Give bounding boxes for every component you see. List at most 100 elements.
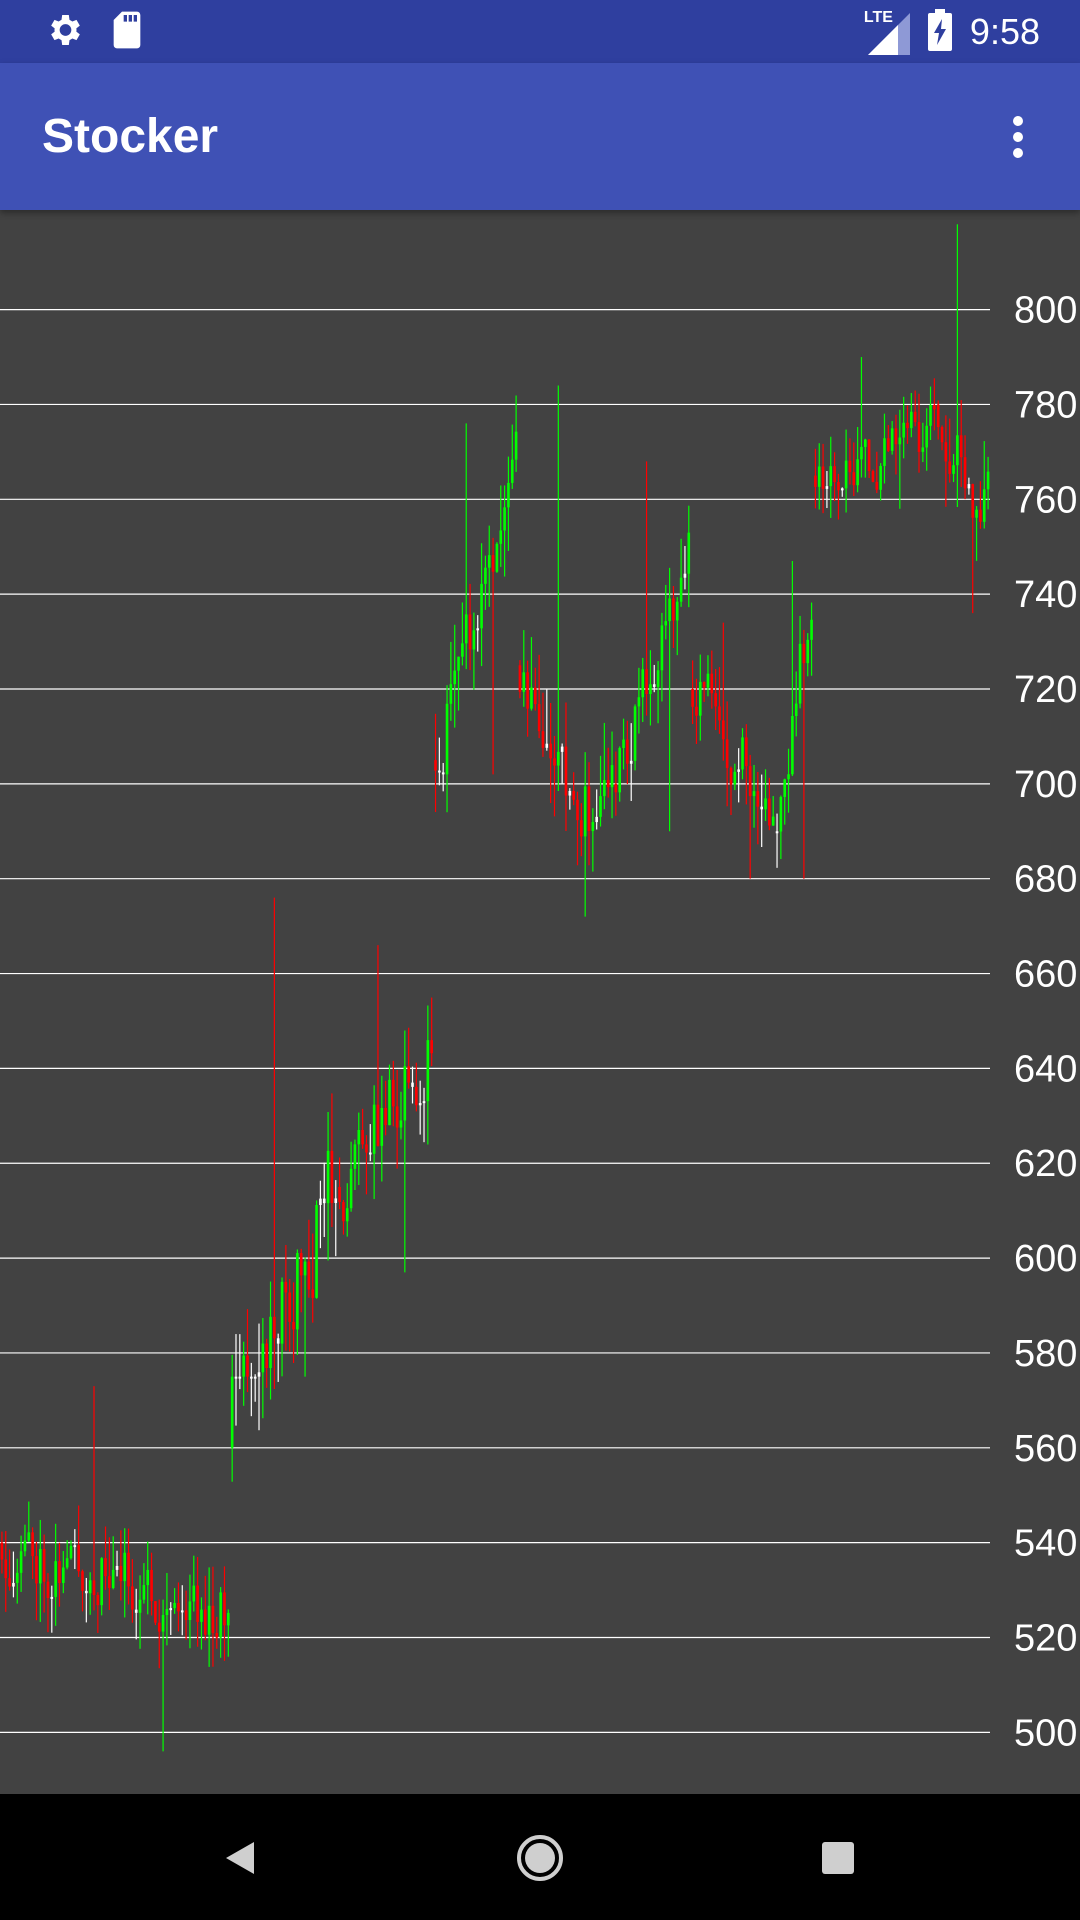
candle-body bbox=[211, 1605, 215, 1633]
candle-body bbox=[372, 1104, 376, 1154]
candle-body bbox=[123, 1552, 127, 1582]
candle-body bbox=[587, 786, 591, 832]
y-tick-label: 800 bbox=[1014, 290, 1077, 332]
candle-body bbox=[572, 790, 575, 800]
candle-body bbox=[35, 1556, 38, 1584]
candle-body bbox=[507, 482, 510, 508]
candle-body bbox=[303, 1261, 307, 1276]
app-bar: Stocker bbox=[0, 63, 1080, 210]
home-icon[interactable] bbox=[500, 1818, 580, 1898]
candle-body bbox=[403, 1066, 407, 1121]
candle-body bbox=[768, 798, 771, 826]
recents-icon[interactable] bbox=[798, 1818, 878, 1898]
candle-body bbox=[879, 465, 882, 490]
candle-body bbox=[860, 446, 863, 460]
candle-body bbox=[652, 684, 656, 687]
candlestick-chart[interactable]: 500 520 540 560 580 600 620 640 660 680 700 720 740 7… bbox=[0, 210, 1080, 1794]
candle-body bbox=[591, 822, 595, 832]
y-tick-label: 780 bbox=[1014, 384, 1077, 426]
candle-body bbox=[418, 1103, 422, 1106]
settings-icon bbox=[44, 10, 84, 55]
candle-body bbox=[27, 1532, 31, 1541]
candle-body bbox=[852, 472, 856, 486]
candle-body bbox=[549, 743, 552, 759]
y-tick-label: 560 bbox=[1014, 1428, 1077, 1470]
candle-body bbox=[971, 484, 975, 518]
candle-body bbox=[814, 475, 817, 487]
candle-body bbox=[775, 831, 779, 834]
candle-body bbox=[794, 703, 798, 716]
candle-body bbox=[265, 1343, 268, 1369]
stock-chart[interactable]: 500 520 540 560 580 600 620 640 660 680 700 720 740 7… bbox=[0, 210, 1080, 1794]
candle-body bbox=[956, 435, 959, 466]
candle-body bbox=[510, 459, 514, 483]
candle-body bbox=[545, 743, 549, 748]
candle-body bbox=[729, 767, 733, 785]
candle-body bbox=[253, 1376, 257, 1379]
candle-body bbox=[261, 1343, 265, 1373]
candle-body bbox=[127, 1552, 130, 1587]
candle-body bbox=[461, 643, 464, 657]
candle-body bbox=[449, 684, 453, 704]
back-icon[interactable] bbox=[200, 1818, 280, 1898]
candle-body bbox=[871, 471, 875, 482]
candle-body bbox=[230, 1376, 234, 1448]
candle-body bbox=[948, 461, 952, 474]
candle-body bbox=[288, 1292, 292, 1322]
candle-body bbox=[184, 1610, 188, 1620]
candle-body bbox=[722, 720, 725, 740]
candle-body bbox=[530, 687, 533, 709]
candle-body bbox=[622, 739, 625, 748]
candle-body bbox=[936, 404, 940, 428]
candle-body bbox=[837, 482, 840, 491]
candle-body bbox=[307, 1261, 311, 1290]
app-title: Stocker bbox=[42, 110, 219, 163]
candle-body bbox=[173, 1602, 176, 1609]
candle-body bbox=[491, 555, 495, 572]
candle-body bbox=[802, 643, 806, 664]
candle-body bbox=[299, 1253, 303, 1276]
candle-body bbox=[752, 791, 756, 797]
candle-body bbox=[200, 1609, 203, 1622]
candle-body bbox=[840, 488, 844, 491]
candle-body bbox=[718, 706, 721, 721]
candle-body bbox=[798, 643, 802, 704]
candle-body bbox=[8, 1578, 11, 1587]
y-tick-label: 760 bbox=[1014, 479, 1077, 521]
candle-body bbox=[887, 438, 890, 451]
network-type: LTE bbox=[863, 9, 893, 26]
candle-body bbox=[19, 1551, 23, 1573]
candle-body bbox=[702, 681, 706, 688]
candle-body bbox=[898, 437, 902, 445]
candle-body bbox=[503, 507, 506, 531]
candle-body bbox=[180, 1610, 184, 1613]
candle-body bbox=[269, 1316, 272, 1369]
candle-body bbox=[979, 509, 982, 522]
candle-body bbox=[280, 1281, 284, 1344]
candle-body bbox=[223, 1592, 226, 1626]
candle-body bbox=[672, 598, 675, 621]
y-tick-label: 640 bbox=[1014, 1048, 1077, 1090]
candle-body bbox=[468, 614, 472, 650]
candle-body bbox=[361, 1129, 364, 1145]
sd-card-icon bbox=[110, 10, 144, 55]
candle-body bbox=[641, 669, 645, 698]
candle-body bbox=[564, 746, 568, 796]
candle-body bbox=[119, 1565, 123, 1582]
candle-body bbox=[745, 737, 748, 767]
candle-body bbox=[69, 1545, 73, 1559]
candle-body bbox=[656, 670, 660, 687]
candle-body bbox=[645, 669, 648, 695]
candle-body bbox=[58, 1561, 61, 1584]
candle-body bbox=[959, 435, 963, 458]
candle-body bbox=[725, 739, 729, 768]
candle-body bbox=[146, 1569, 150, 1586]
candle-body bbox=[675, 601, 679, 621]
more-vert-icon[interactable] bbox=[982, 101, 1054, 173]
candle-body bbox=[595, 816, 598, 823]
candle-body bbox=[457, 656, 460, 671]
candle-body bbox=[92, 1580, 96, 1595]
candle-body bbox=[537, 704, 541, 732]
candle-body bbox=[38, 1548, 42, 1584]
candle-body bbox=[345, 1208, 349, 1222]
